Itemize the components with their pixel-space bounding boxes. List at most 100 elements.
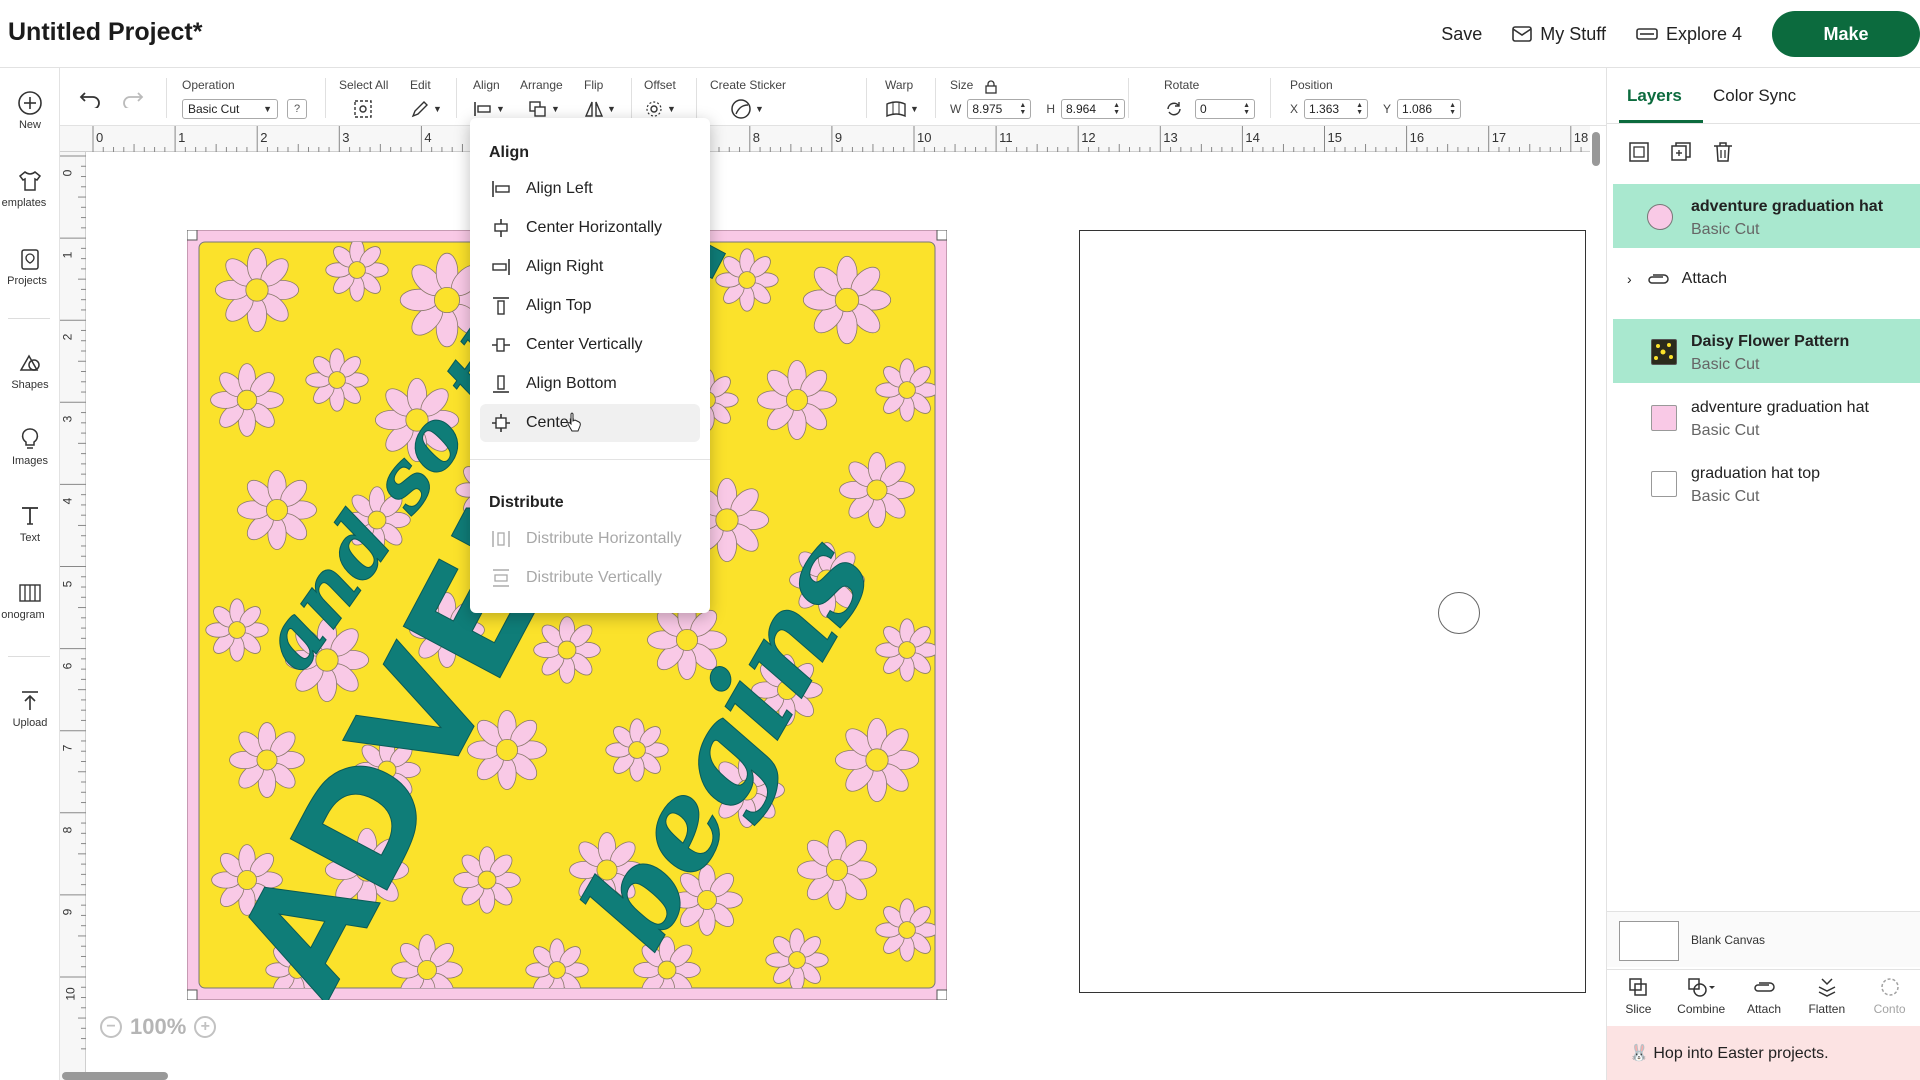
- arrange-icon[interactable]: [528, 100, 548, 118]
- chevron-down-icon[interactable]: ▼: [667, 104, 676, 114]
- ruler-horizontal: 0123456789101112131415161718: [60, 126, 1590, 152]
- edit-toolbar: Operation Basic Cut ▼ ? Select All Edit …: [60, 68, 1606, 126]
- rotate-input[interactable]: 0 ▲ ▼: [1195, 99, 1255, 119]
- height-stepper[interactable]: ▲ ▼: [1113, 102, 1120, 116]
- operation-select[interactable]: Basic Cut ▼: [182, 99, 278, 119]
- menu-item-align-left[interactable]: Align Left: [480, 170, 700, 208]
- attach-icon: [1754, 982, 1775, 992]
- explore-button[interactable]: Explore 4: [1636, 24, 1742, 45]
- sidebar-item-projects[interactable]: Projects: [0, 246, 60, 287]
- save-label: Save: [1441, 23, 1483, 44]
- align-left-icon[interactable]: [473, 100, 493, 118]
- vertical-scrollbar[interactable]: [1592, 132, 1600, 166]
- contour-button[interactable]: Conto: [1858, 970, 1920, 1025]
- chevron-down-icon[interactable]: ▼: [607, 104, 616, 114]
- lock-icon[interactable]: [985, 80, 997, 94]
- rotate-stepper[interactable]: ▲ ▼: [1243, 102, 1250, 116]
- sidebar-item-monogram[interactable]: onogram: [0, 580, 60, 621]
- zoom-control: − 100% +: [100, 1014, 217, 1040]
- layer-row[interactable]: adventure graduation hat Basic Cut: [1613, 184, 1920, 248]
- height-input[interactable]: 8.964 ▲ ▼: [1061, 99, 1125, 119]
- chevron-down-icon[interactable]: ▼: [910, 104, 919, 114]
- chevron-down-icon[interactable]: ▼: [433, 104, 442, 114]
- save-button[interactable]: Save: [1441, 24, 1482, 45]
- chevron-down-icon[interactable]: ▼: [551, 104, 560, 114]
- ruler-label: 12: [1081, 130, 1096, 145]
- sidebar-item-shapes[interactable]: Shapes: [0, 350, 60, 391]
- sidebar-item-images[interactable]: Images: [0, 426, 60, 467]
- ruler-label: 17: [1491, 130, 1507, 145]
- ruler-label: 5: [60, 580, 75, 587]
- layer-row[interactable]: adventure graduation hat Basic Cut: [1613, 385, 1920, 449]
- menu-item-label: Align Left: [526, 180, 593, 197]
- text-icon: [22, 507, 38, 525]
- horizontal-scrollbar[interactable]: [62, 1072, 168, 1080]
- menu-item-center[interactable]: Center: [480, 404, 700, 442]
- zoom-in-button[interactable]: +: [194, 1016, 217, 1038]
- align-menu-title: Align: [489, 144, 529, 161]
- flip-icon[interactable]: [584, 100, 604, 118]
- left-sidebar: New emplates Projects Shapes Images Text…: [0, 68, 60, 1080]
- sidebar-item-new[interactable]: New: [0, 90, 60, 131]
- x-position-stepper[interactable]: ▲ ▼: [1356, 102, 1363, 116]
- projects-icon: [21, 249, 39, 270]
- chevron-down-icon[interactable]: ▼: [755, 104, 764, 114]
- layer-tools: [1627, 140, 1735, 164]
- select-all-icon[interactable]: [353, 99, 373, 119]
- align-dropdown-menu: Align Align Left Center Horizontally Ali…: [470, 118, 710, 613]
- width-axis-label: W: [950, 102, 962, 116]
- sidebar-item-text[interactable]: Text: [0, 503, 60, 544]
- combine-button[interactable]: Combine: [1670, 970, 1733, 1025]
- layer-thumbnail: [1651, 339, 1677, 365]
- promo-banner[interactable]: 🐰 Hop into Easter projects.: [1607, 1026, 1920, 1080]
- sticker-icon[interactable]: [730, 98, 752, 120]
- tab-color-sync[interactable]: Color Sync: [1713, 86, 1796, 106]
- tab-layers[interactable]: Layers: [1627, 86, 1682, 106]
- pencil-icon[interactable]: [410, 99, 430, 119]
- ruler-label: 0: [60, 169, 75, 177]
- operation-help-button[interactable]: ?: [287, 99, 307, 119]
- menu-item-align-top[interactable]: Align Top: [480, 287, 700, 325]
- action-label: Slice: [1625, 1002, 1652, 1016]
- sidebar-item-upload[interactable]: Upload: [0, 688, 60, 729]
- width-input[interactable]: 8.975 ▲ ▼: [967, 99, 1032, 119]
- menu-item-align-right[interactable]: Align Right: [480, 248, 700, 286]
- flatten-button[interactable]: Flatten: [1795, 970, 1858, 1025]
- attach-button[interactable]: Attach: [1733, 970, 1796, 1025]
- y-position-stepper[interactable]: ▲ ▼: [1449, 102, 1456, 116]
- x-position-input[interactable]: 1.363 ▲ ▼: [1304, 99, 1369, 119]
- trash-icon[interactable]: [1711, 140, 1735, 164]
- offset-icon[interactable]: [644, 100, 664, 118]
- menu-item-center-vertically[interactable]: Center Vertically: [480, 326, 700, 364]
- layer-row[interactable]: graduation hat top Basic Cut: [1613, 451, 1920, 515]
- width-stepper[interactable]: ▲ ▼: [1019, 102, 1026, 116]
- ruler-label: 3: [342, 130, 350, 145]
- blank-canvas-area[interactable]: [1079, 230, 1586, 993]
- menu-item-distribute-horizontally[interactable]: Distribute Horizontally: [480, 520, 700, 558]
- ruler-label: 2: [60, 333, 75, 341]
- sidebar-item-label: Images: [11, 455, 49, 467]
- chevron-right-icon[interactable]: ›: [1627, 271, 1632, 287]
- blank-canvas-swatch[interactable]: [1619, 921, 1679, 961]
- redo-icon[interactable]: [122, 90, 144, 108]
- layer-row[interactable]: Daisy Flower Pattern Basic Cut: [1613, 319, 1920, 383]
- sidebar-item-templates[interactable]: emplates: [0, 168, 60, 209]
- chevron-down-icon[interactable]: ▼: [496, 104, 505, 114]
- menu-item-align-bottom[interactable]: Align Bottom: [480, 365, 700, 403]
- project-title[interactable]: Untitled Project*: [8, 18, 202, 47]
- warp-icon[interactable]: [885, 100, 907, 118]
- my-stuff-button[interactable]: My Stuff: [1512, 24, 1606, 45]
- slice-button[interactable]: Slice: [1607, 970, 1670, 1025]
- menu-item-distribute-vertically[interactable]: Distribute Vertically: [480, 559, 700, 597]
- design-canvas[interactable]: 0123456789101112131415161718 01234567891…: [60, 126, 1606, 1080]
- attach-group-row[interactable]: › Attach: [1613, 259, 1920, 299]
- group-icon[interactable]: [1627, 140, 1651, 164]
- menu-item-center-horizontally[interactable]: Center Horizontally: [480, 209, 700, 247]
- cursor-indicator: [1438, 592, 1480, 634]
- make-button[interactable]: Make: [1772, 11, 1920, 57]
- duplicate-icon[interactable]: [1669, 140, 1693, 164]
- undo-icon[interactable]: [79, 90, 101, 108]
- blank-canvas-row[interactable]: Blank Canvas: [1607, 911, 1920, 967]
- y-position-input[interactable]: 1.086 ▲ ▼: [1397, 99, 1462, 119]
- zoom-out-button[interactable]: −: [100, 1016, 122, 1038]
